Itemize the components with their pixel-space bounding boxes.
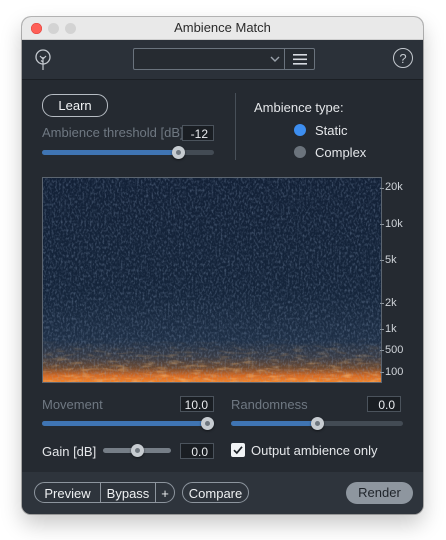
freq-label-2k: 2k: [385, 297, 397, 309]
movement-value-field[interactable]: 10.0: [180, 396, 214, 412]
gain-label: Gain [dB]: [42, 444, 97, 459]
complex-radio-label[interactable]: Complex: [315, 145, 366, 160]
help-button[interactable]: ?: [393, 48, 413, 68]
freq-tick: [380, 329, 384, 330]
bypass-plus-button[interactable]: +: [155, 482, 175, 503]
randomness-slider[interactable]: [231, 417, 403, 430]
output-ambience-only-checkbox[interactable]: [231, 443, 245, 457]
render-button[interactable]: Render: [346, 482, 413, 504]
output-ambience-only-label[interactable]: Output ambience only: [251, 443, 377, 458]
freq-label-500: 500: [385, 344, 404, 356]
spectrogram-display: [42, 177, 382, 383]
gain-value-field[interactable]: 0.0: [180, 443, 214, 459]
gain-slider-thumb[interactable]: [130, 444, 144, 457]
help-icon: ?: [399, 50, 407, 66]
movement-label: Movement: [42, 397, 103, 412]
plugin-window: Ambience Match ? Learn Ambience threshol…: [22, 17, 423, 514]
chevron-down-icon: [270, 56, 280, 62]
movement-slider-fill: [42, 421, 214, 426]
section-divider: [235, 93, 236, 160]
freq-label-1k: 1k: [385, 323, 397, 335]
freq-tick: [380, 224, 384, 225]
threshold-slider-fill: [42, 150, 184, 155]
movement-slider-thumb[interactable]: [201, 417, 214, 430]
bypass-button[interactable]: Bypass: [100, 482, 156, 503]
checkmark-icon: [233, 446, 243, 455]
freq-label-20k: 20k: [385, 181, 403, 193]
threshold-value-field[interactable]: -12: [182, 125, 214, 141]
randomness-slider-thumb[interactable]: [310, 417, 324, 430]
static-radio-label[interactable]: Static: [315, 123, 348, 138]
preview-button[interactable]: Preview: [34, 482, 101, 503]
randomness-slider-fill: [231, 421, 317, 426]
freq-tick: [380, 303, 384, 304]
threshold-slider[interactable]: [42, 146, 214, 159]
compare-button[interactable]: Compare: [182, 482, 249, 503]
ambience-type-label: Ambience type:: [254, 100, 344, 115]
randomness-value-field[interactable]: 0.0: [367, 396, 401, 412]
freq-tick: [380, 188, 384, 189]
freq-tick: [380, 260, 384, 261]
title-bar: Ambience Match: [22, 17, 423, 40]
ambience-logo-icon[interactable]: [34, 49, 52, 71]
freq-tick: [380, 350, 384, 351]
window-title: Ambience Match: [174, 20, 271, 35]
static-radio[interactable]: [294, 124, 306, 136]
movement-slider[interactable]: [42, 417, 214, 430]
preset-dropdown[interactable]: [134, 49, 283, 69]
freq-label-100: 100: [385, 366, 404, 378]
gain-slider[interactable]: [103, 444, 171, 457]
preset-selector[interactable]: [133, 48, 315, 70]
learn-button[interactable]: Learn: [42, 94, 108, 117]
freq-label-10k: 10k: [385, 218, 403, 230]
complex-radio[interactable]: [294, 146, 306, 158]
spectrogram-image: [43, 178, 381, 382]
hamburger-menu-icon: [293, 54, 307, 65]
preset-menu-button[interactable]: [284, 49, 315, 69]
toolbar-divider: [22, 79, 423, 80]
freq-label-5k: 5k: [385, 254, 397, 266]
randomness-label: Randomness: [231, 397, 308, 412]
freq-tick: [380, 372, 384, 373]
threshold-slider-thumb[interactable]: [172, 146, 186, 159]
threshold-label: Ambience threshold [dB]: [42, 125, 184, 140]
